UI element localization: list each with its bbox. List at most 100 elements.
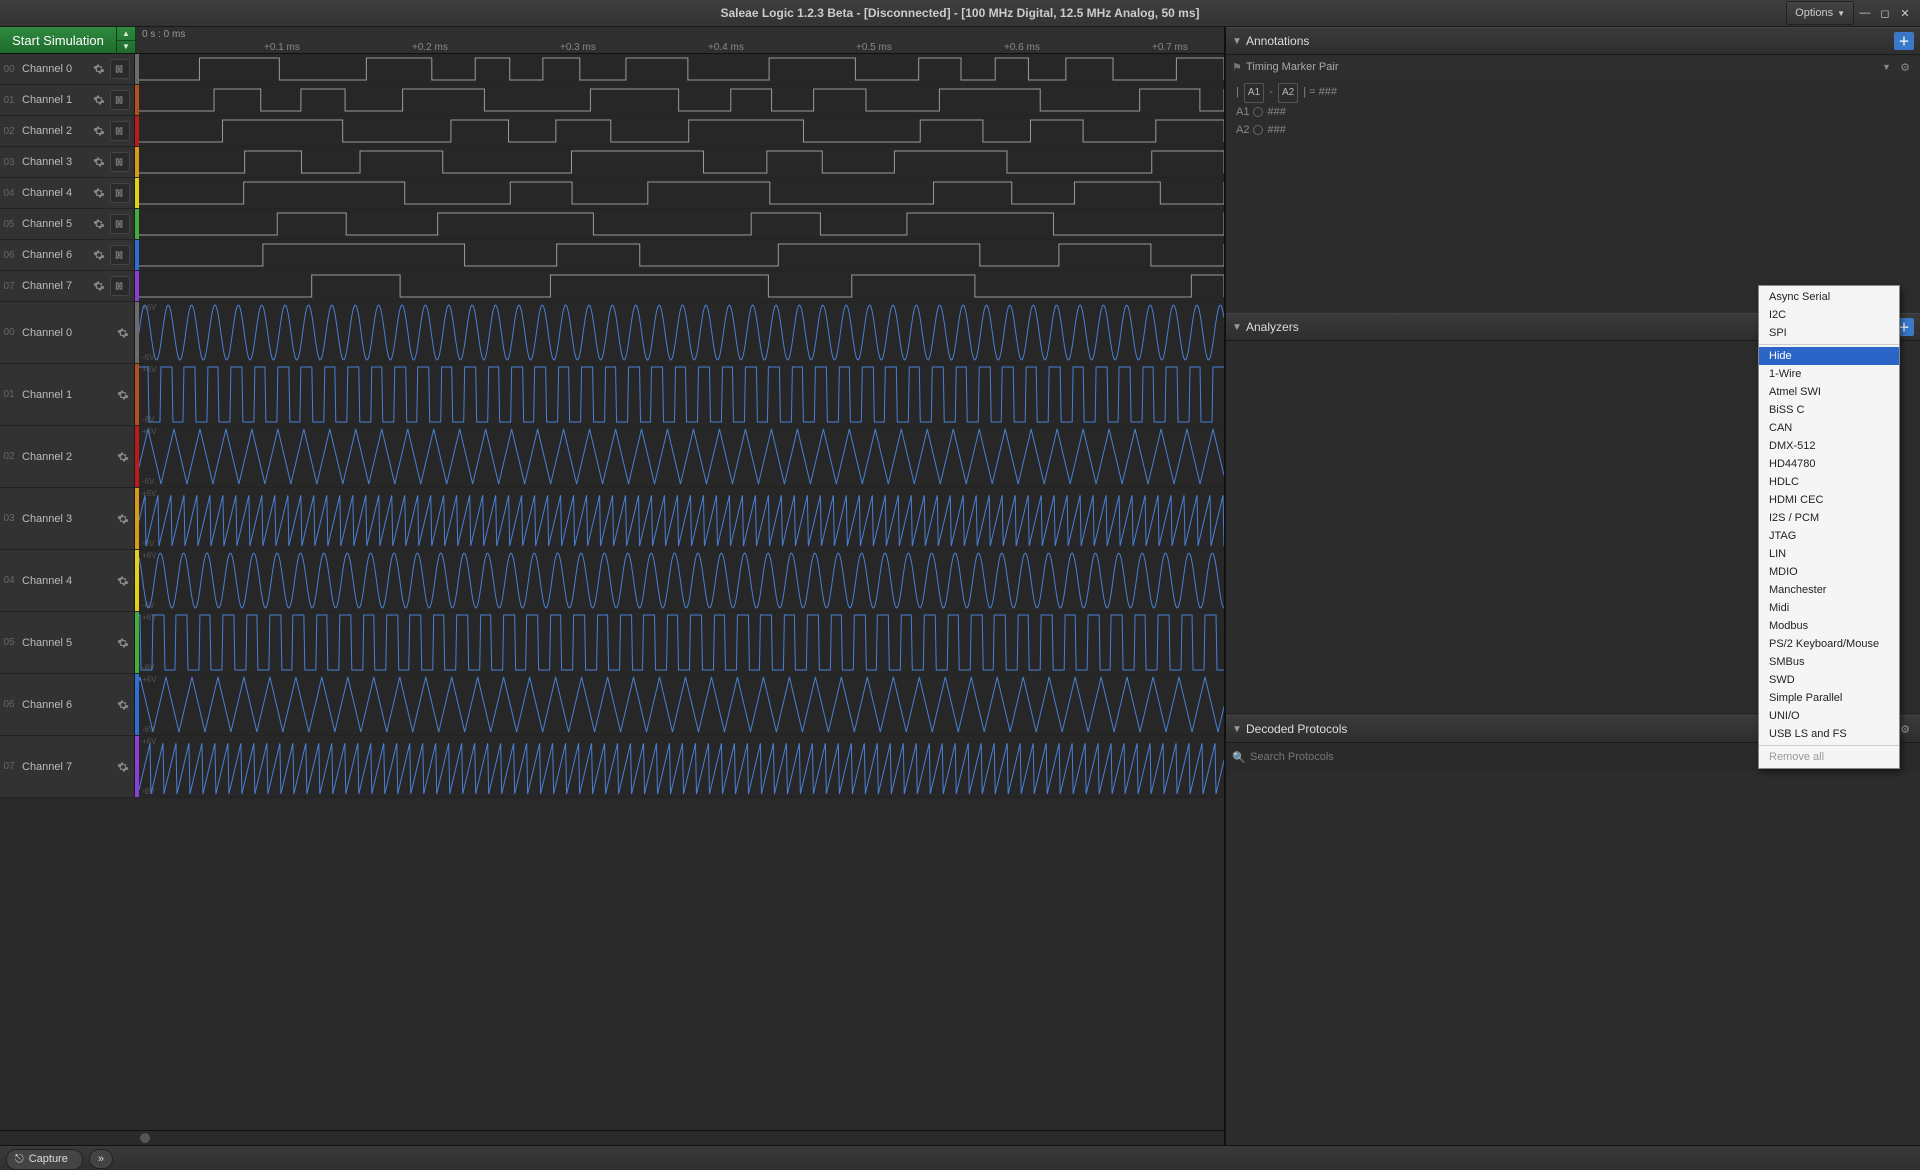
gear-icon[interactable] [90,184,108,202]
start-simulation-button[interactable]: Start Simulation [0,27,117,53]
analyzer-menu-item[interactable]: BiSS C [1759,401,1899,419]
analog-channel-label[interactable]: 00Channel 0 [0,302,135,363]
gear-icon[interactable] [90,277,108,295]
analyzer-menu-item[interactable]: PS/2 Keyboard/Mouse [1759,635,1899,653]
close-button[interactable]: ✕ [1896,5,1914,21]
time-ruler[interactable]: 0 s : 0 ms +0.1 ms+0.2 ms+0.3 ms+0.4 ms+… [136,27,1224,53]
analyzer-menu-item[interactable]: HDLC [1759,473,1899,491]
digital-channel-label[interactable]: 03Channel 3 [0,147,135,177]
analog-waveform[interactable]: +6V-6V [139,302,1224,363]
analyzers-collapse[interactable]: ▼ [1232,322,1246,333]
analyzer-menu-item[interactable]: Atmel SWI [1759,383,1899,401]
gear-icon[interactable] [114,448,132,466]
digital-waveform[interactable] [139,209,1224,239]
analyzer-menu-item[interactable]: I2S / PCM [1759,509,1899,527]
gear-icon[interactable] [114,324,132,342]
analyzer-menu-item[interactable]: HD44780 [1759,455,1899,473]
analog-waveform[interactable]: +6V-6V [139,550,1224,611]
digital-channel-label[interactable]: 00Channel 0 [0,54,135,84]
analog-waveform[interactable]: +6V-6V [139,426,1224,487]
analog-channel-label[interactable]: 01Channel 1 [0,364,135,425]
digital-waveform[interactable] [139,178,1224,208]
analog-channel-label[interactable]: 05Channel 5 [0,612,135,673]
analyzer-menu-item[interactable]: Async Serial [1759,288,1899,306]
digital-waveform[interactable] [139,147,1224,177]
digital-waveform[interactable] [139,85,1224,115]
digital-waveform[interactable] [139,271,1224,301]
marker-settings[interactable]: ⚙ [1896,61,1914,74]
analyzer-menu-item[interactable]: Hide [1759,347,1899,365]
digital-channel-label[interactable]: 05Channel 5 [0,209,135,239]
annotations-collapse[interactable]: ▼ [1232,36,1246,47]
gear-icon[interactable] [90,246,108,264]
analyzer-menu-item[interactable]: SPI [1759,324,1899,342]
timing-marker-row[interactable]: ⚑ Timing Marker Pair ▼ ⚙ [1226,55,1920,79]
analog-channel-label[interactable]: 07Channel 7 [0,736,135,797]
analog-channel-label[interactable]: 06Channel 6 [0,674,135,735]
tabs-more-button[interactable]: » [89,1149,113,1169]
chevron-down-icon[interactable]: ▼ [1882,62,1896,72]
digital-waveform[interactable] [139,116,1224,146]
minimize-button[interactable]: — [1856,5,1874,21]
analyzer-menu-item[interactable]: SMBus [1759,653,1899,671]
analyzer-menu-item[interactable]: USB LS and FS [1759,725,1899,743]
options-button[interactable]: Options ▼ [1786,1,1854,25]
trigger-button[interactable] [110,90,130,110]
gear-icon[interactable] [114,386,132,404]
analyzer-menu-item[interactable]: CAN [1759,419,1899,437]
analyzer-menu-item[interactable]: Manchester [1759,581,1899,599]
analyzer-menu-item[interactable]: UNI/O [1759,707,1899,725]
analog-waveform[interactable]: +6V-6V [139,736,1224,797]
digital-waveform[interactable] [139,240,1224,270]
trigger-button[interactable] [110,276,130,296]
analyzer-menu-item[interactable]: DMX-512 [1759,437,1899,455]
analog-channel-label[interactable]: 04Channel 4 [0,550,135,611]
digital-channel-label[interactable]: 07Channel 7 [0,271,135,301]
trigger-button[interactable] [110,183,130,203]
digital-waveform[interactable] [139,54,1224,84]
analyzer-menu-item[interactable]: MDIO [1759,563,1899,581]
gear-icon[interactable] [114,758,132,776]
gear-icon[interactable] [90,60,108,78]
annotations-add-button[interactable]: ＋ [1894,32,1914,50]
analog-channel-label[interactable]: 02Channel 2 [0,426,135,487]
gear-icon[interactable] [90,215,108,233]
trigger-button[interactable] [110,152,130,172]
analyzer-menu-item[interactable]: Midi [1759,599,1899,617]
analog-waveform[interactable]: +6V-6V [139,674,1224,735]
trigger-button[interactable] [110,245,130,265]
trigger-button[interactable] [110,59,130,79]
trigger-button[interactable] [110,121,130,141]
analyzer-menu-item[interactable]: I2C [1759,306,1899,324]
gear-icon[interactable] [90,153,108,171]
analyzer-menu-item[interactable]: Simple Parallel [1759,689,1899,707]
digital-channel-label[interactable]: 04Channel 4 [0,178,135,208]
analog-waveform[interactable]: +6V-6V [139,364,1224,425]
analyzer-menu-item[interactable]: Modbus [1759,617,1899,635]
sim-rate-down[interactable]: ▼ [117,41,135,54]
analyzer-menu-item[interactable]: SWD [1759,671,1899,689]
analyzer-menu-item[interactable]: JTAG [1759,527,1899,545]
digital-channel-label[interactable]: 02Channel 2 [0,116,135,146]
gear-icon[interactable] [114,696,132,714]
gear-icon[interactable] [90,122,108,140]
digital-channel-label[interactable]: 06Channel 6 [0,240,135,270]
gear-icon[interactable] [114,634,132,652]
maximize-button[interactable]: ◻ [1876,5,1894,21]
analyzer-dropdown-menu[interactable]: Async SerialI2CSPI Hide1-WireAtmel SWIBiS… [1758,285,1900,769]
analyzer-menu-item[interactable]: HDMI CEC [1759,491,1899,509]
horizontal-scrollbar[interactable] [0,1130,1224,1145]
decoded-collapse[interactable]: ▼ [1232,724,1246,735]
analog-channel-label[interactable]: 03Channel 3 [0,488,135,549]
analog-waveform[interactable]: +6V-6V [139,488,1224,549]
gear-icon[interactable] [114,572,132,590]
sim-rate-up[interactable]: ▲ [117,27,135,41]
digital-channel-label[interactable]: 01Channel 1 [0,85,135,115]
analyzer-menu-item[interactable]: 1-Wire [1759,365,1899,383]
trigger-button[interactable] [110,214,130,234]
gear-icon[interactable] [114,510,132,528]
analog-waveform[interactable]: +6V-6V [139,612,1224,673]
capture-tab[interactable]: ⎋ Capture [6,1149,83,1170]
gear-icon[interactable] [90,91,108,109]
analyzer-menu-item[interactable]: LIN [1759,545,1899,563]
